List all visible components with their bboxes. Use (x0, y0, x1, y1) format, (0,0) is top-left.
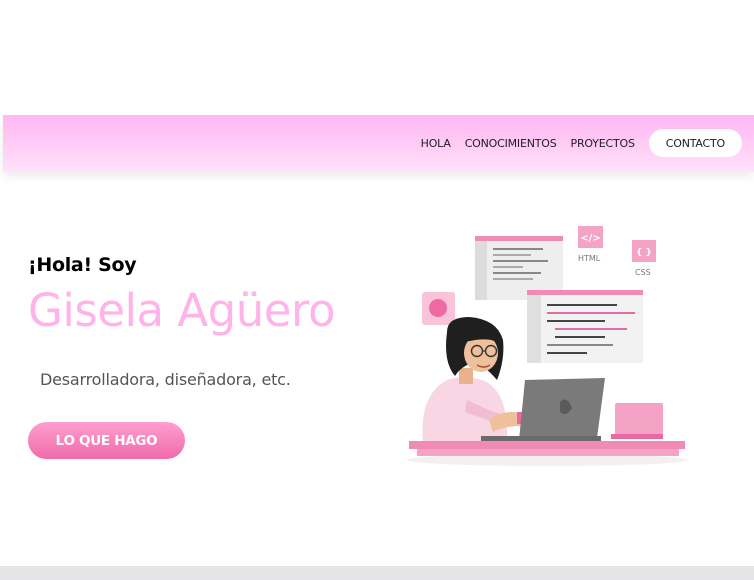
nav-link-conocimientos[interactable]: CONOCIMIENTOS (465, 137, 557, 150)
svg-text:</>: </> (580, 233, 600, 244)
css-icon: { } (632, 240, 656, 262)
tablet-icon (611, 403, 663, 439)
hero-greeting: ¡Hola! Soy (28, 254, 137, 276)
navbar: HOLA CONOCIMIENTOS PROYECTOS CONTACTO (3, 115, 754, 172)
hero-name: Gisela Agüero (28, 284, 335, 337)
hero-subtitle: Desarrolladora, diseñadora, etc. (40, 370, 291, 389)
nav-link-proyectos[interactable]: PROYECTOS (571, 137, 635, 150)
bottom-scroll-strip (0, 566, 754, 580)
html-label: HTML (578, 254, 601, 263)
developer-person (422, 317, 526, 442)
nav-contact-button[interactable]: CONTACTO (648, 129, 742, 157)
nav-link-hola[interactable]: HOLA (421, 137, 451, 150)
developer-illustration: </> HTML { } CSS (407, 226, 687, 466)
svg-text:{ }: { } (636, 248, 652, 258)
desk (409, 441, 685, 456)
code-window-front (527, 290, 643, 363)
css-label: CSS (635, 268, 651, 277)
html-icon: </> (578, 226, 603, 248)
what-i-do-button[interactable]: LO QUE HAGO (28, 422, 185, 459)
nav-links: HOLA CONOCIMIENTOS PROYECTOS CONTACTO (407, 129, 742, 157)
